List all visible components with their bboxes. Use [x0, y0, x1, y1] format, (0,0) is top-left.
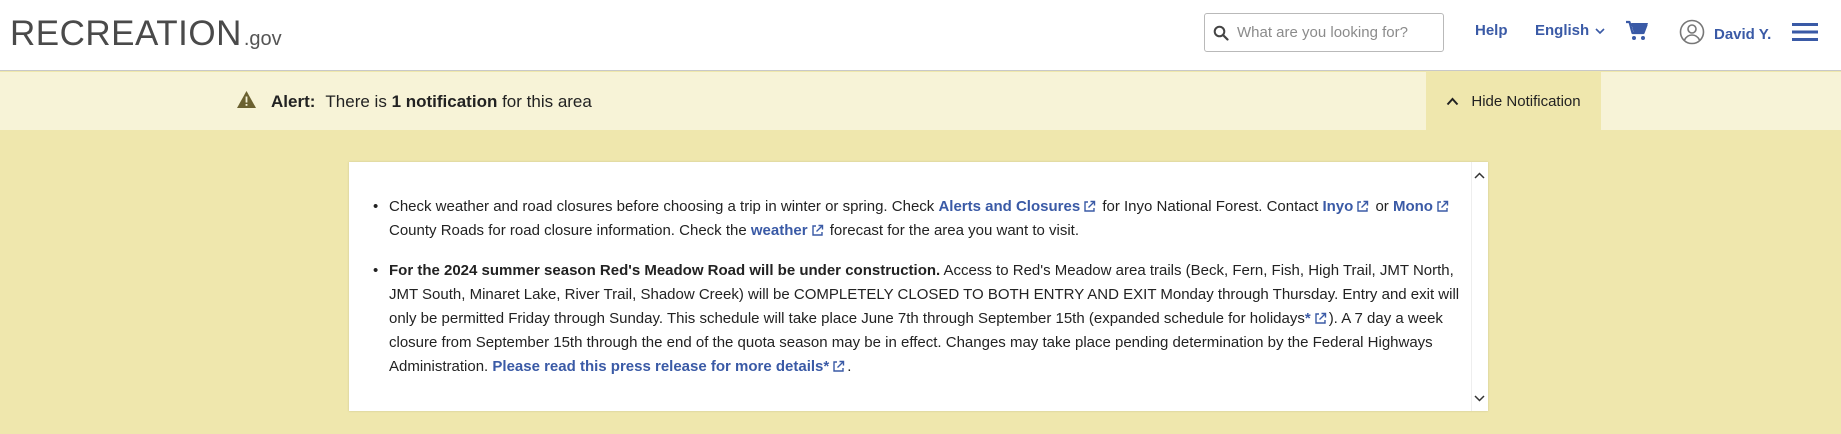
- link-text: Inyo: [1322, 198, 1354, 215]
- note-text: .: [847, 358, 852, 375]
- mono-link[interactable]: Mono: [1393, 198, 1451, 215]
- holidays-link[interactable]: *: [1305, 310, 1329, 327]
- link-text: Alerts and Closures: [938, 198, 1081, 215]
- note-text: or: [1375, 198, 1389, 215]
- logo-suffix: .gov: [243, 28, 282, 50]
- external-link-icon: [1437, 200, 1449, 212]
- external-link-icon: [1084, 200, 1096, 212]
- search-box[interactable]: [1204, 13, 1444, 52]
- user-avatar-icon: [1679, 19, 1705, 50]
- external-link-icon: [1357, 200, 1369, 212]
- link-text: Please read this press release for more …: [492, 358, 830, 375]
- alert-label: Alert:: [271, 92, 316, 111]
- search-icon: [1205, 25, 1237, 41]
- site-header: RECREATION .gov Help English David Y.: [0, 0, 1841, 71]
- help-link[interactable]: Help: [1475, 22, 1508, 39]
- language-selector[interactable]: English: [1535, 22, 1605, 39]
- external-link-icon: [833, 360, 845, 372]
- user-account-menu[interactable]: David Y.: [1679, 19, 1771, 50]
- language-label: English: [1535, 22, 1590, 39]
- alert-text-prefix: There is: [325, 92, 387, 111]
- warning-icon: [236, 90, 257, 114]
- press-release-link[interactable]: Please read this press release for more …: [492, 358, 847, 375]
- link-text: weather: [750, 222, 808, 239]
- note-text: forecast for the area you want to visit.: [829, 222, 1080, 239]
- external-link-icon: [811, 224, 823, 236]
- logo-text: RECREATION: [10, 14, 242, 53]
- note-text: County Roads for road closure informatio…: [389, 222, 747, 239]
- alerts-closures-link[interactable]: Alerts and Closures: [938, 198, 1098, 215]
- alert-count: 1 notification: [391, 92, 498, 111]
- external-link-icon: [1314, 312, 1326, 324]
- alert-banner: Alert: There is 1 notification for this …: [0, 72, 1841, 130]
- menu-icon[interactable]: [1792, 22, 1818, 47]
- scroll-down-icon[interactable]: [1474, 389, 1485, 407]
- scroll-up-icon[interactable]: [1474, 166, 1485, 184]
- notification-panel: Check weather and road closures before c…: [349, 162, 1488, 411]
- notification-list: Check weather and road closures before c…: [373, 195, 1467, 395]
- user-name: David Y.: [1714, 26, 1772, 43]
- panel-scrollbar[interactable]: [1471, 162, 1488, 411]
- note-text: for Inyo National Forest. Contact: [1102, 198, 1319, 215]
- link-text: *: [1304, 310, 1311, 327]
- link-text: Mono: [1392, 198, 1433, 215]
- recreation-gov-logo[interactable]: RECREATION .gov: [10, 12, 282, 52]
- note-text: Check weather and road closures before c…: [389, 198, 935, 215]
- chevron-down-icon: [1595, 22, 1605, 39]
- hide-notification-label: Hide Notification: [1471, 92, 1581, 110]
- alert-text-suffix: for this area: [502, 92, 592, 111]
- chevron-up-icon: [1446, 93, 1459, 110]
- inyo-link[interactable]: Inyo: [1322, 198, 1371, 215]
- list-item: Check weather and road closures before c…: [373, 195, 1467, 243]
- note-bold-text: For the 2024 summer season Red's Meadow …: [389, 262, 941, 279]
- hide-notification-button[interactable]: Hide Notification: [1426, 72, 1601, 130]
- list-item: For the 2024 summer season Red's Meadow …: [373, 259, 1467, 379]
- search-input[interactable]: [1237, 24, 1437, 41]
- cart-icon[interactable]: [1625, 20, 1649, 47]
- alert-message: Alert: There is 1 notification for this …: [236, 90, 592, 114]
- weather-link[interactable]: weather: [751, 222, 826, 239]
